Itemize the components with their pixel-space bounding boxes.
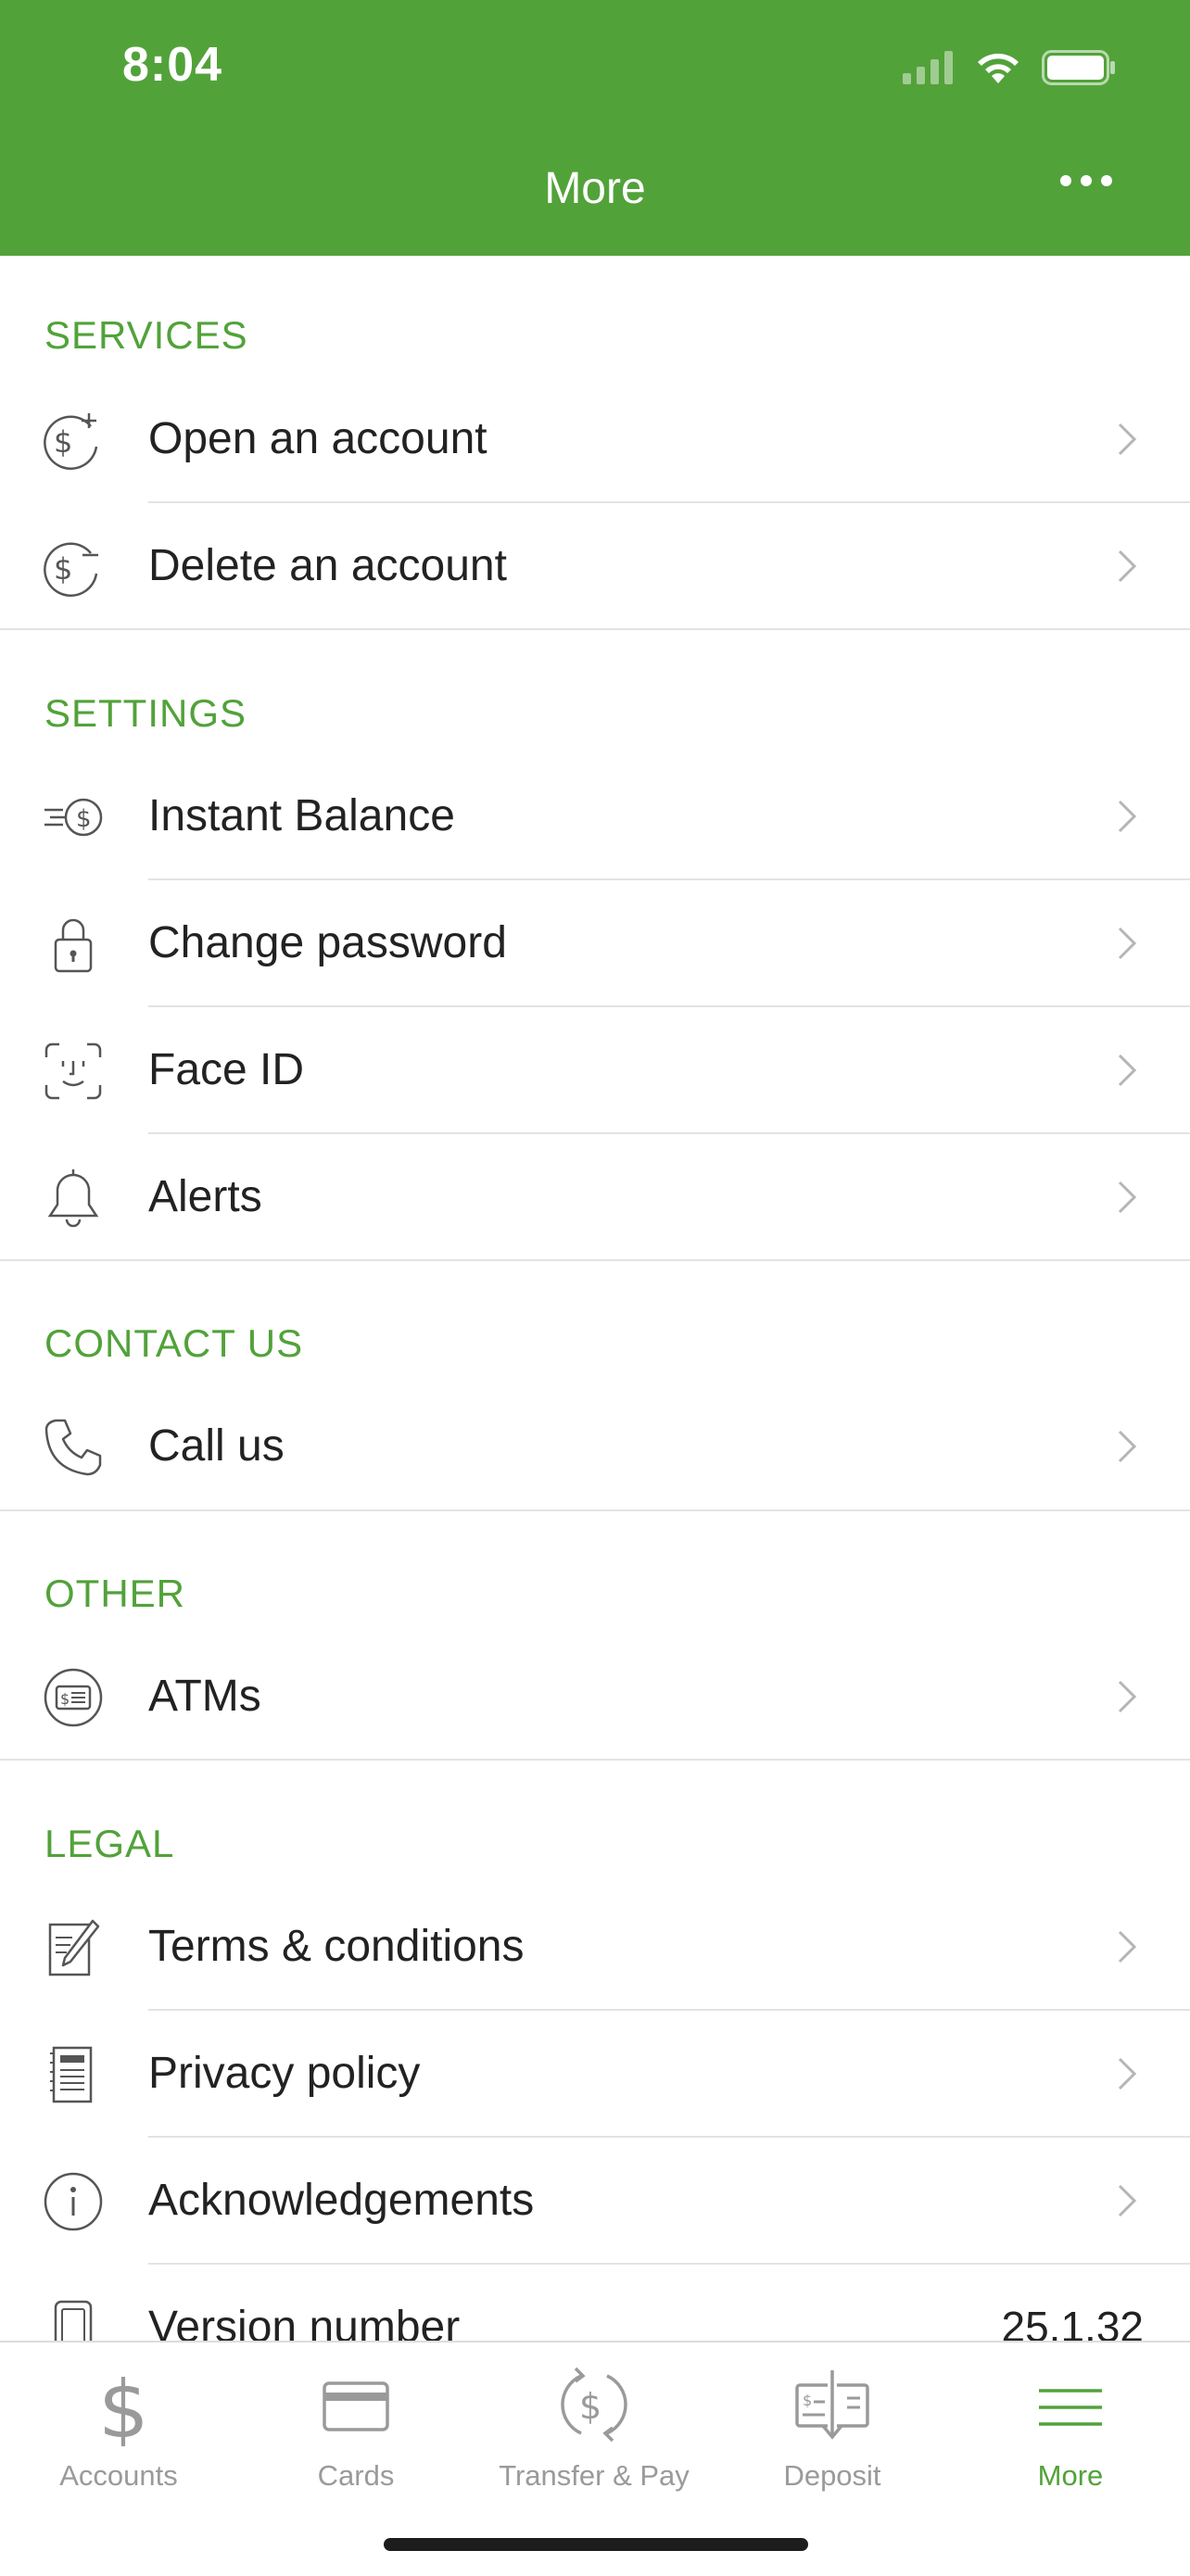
edit-document-icon	[48, 1919, 100, 1976]
battery-icon	[1042, 50, 1115, 85]
tab-more[interactable]: More	[952, 2342, 1189, 2519]
row-atms[interactable]: $ ATMs	[0, 1634, 1190, 1761]
tab-label: More	[1037, 2459, 1104, 2492]
row-delete-account[interactable]: $ Delete an account	[0, 503, 1190, 630]
row-terms[interactable]: Terms & conditions	[0, 1884, 1190, 2011]
tab-label: Accounts	[59, 2459, 178, 2492]
page-title: More	[544, 164, 646, 213]
chevron-right-icon	[1118, 549, 1137, 583]
tab-cards[interactable]: Cards	[237, 2342, 475, 2519]
svg-text:$: $	[60, 1690, 70, 1708]
status-icons	[903, 44, 1116, 91]
document-icon	[50, 2046, 93, 2103]
dollar-icon: $	[98, 2364, 149, 2446]
card-icon	[323, 2381, 389, 2431]
section-title-contact: CONTACT US	[44, 1321, 304, 1365]
separator	[0, 1259, 1190, 1261]
version-value: 25.1.32	[1001, 2303, 1144, 2341]
tab-label: Transfer & Pay	[499, 2459, 690, 2492]
chevron-right-icon	[1118, 2184, 1137, 2217]
section-title-services: SERVICES	[44, 313, 248, 357]
more-options-button[interactable]	[1060, 174, 1125, 211]
dot-icon	[1101, 175, 1112, 186]
separator	[0, 1509, 1190, 1511]
row-label: Change password	[148, 918, 507, 967]
row-label: Alerts	[148, 1172, 262, 1221]
svg-text:$: $	[54, 551, 72, 587]
menu-icon	[1039, 2389, 1102, 2426]
row-privacy[interactable]: Privacy policy	[0, 2011, 1190, 2138]
info-icon	[44, 2172, 103, 2231]
home-indicator[interactable]	[384, 2538, 808, 2551]
dollar-plus-icon: $	[44, 413, 98, 470]
row-label: Call us	[148, 1421, 285, 1471]
face-id-icon	[44, 1042, 102, 1100]
separator	[0, 1759, 1190, 1761]
lock-icon	[54, 918, 93, 973]
row-alerts[interactable]: Alerts	[0, 1134, 1190, 1261]
row-label: Instant Balance	[148, 791, 455, 840]
section-title-legal: LEGAL	[44, 1822, 175, 1865]
row-call-us[interactable]: Call us	[0, 1383, 1190, 1510]
chevron-right-icon	[1118, 1181, 1137, 1214]
row-label: Privacy policy	[148, 2049, 421, 2098]
tab-label: Deposit	[783, 2459, 881, 2492]
wifi-icon	[978, 53, 1019, 83]
chevron-right-icon	[1118, 800, 1137, 833]
chevron-right-icon	[1118, 1430, 1137, 1463]
row-label: Terms & conditions	[148, 1922, 525, 1971]
row-label: Face ID	[148, 1045, 305, 1094]
row-change-password[interactable]: Change password	[0, 880, 1190, 1007]
chevron-right-icon	[1118, 423, 1137, 456]
row-label: ATMs	[148, 1672, 261, 1721]
transfer-pay-icon: $	[561, 2367, 627, 2443]
tab-deposit[interactable]: $ Deposit	[714, 2342, 951, 2519]
section-title-settings: SETTINGS	[44, 691, 247, 735]
phone-icon	[44, 1419, 102, 1476]
chevron-right-icon	[1118, 1680, 1137, 1713]
bell-icon	[47, 1169, 99, 1228]
row-label: Open an account	[148, 414, 487, 463]
separator	[0, 628, 1190, 630]
app-header: 8:04 More	[0, 0, 1190, 256]
chevron-right-icon	[1118, 1930, 1137, 1964]
section-title-other: OTHER	[44, 1572, 185, 1615]
phone-device-icon	[54, 2300, 93, 2341]
row-acknowledgements[interactable]: Acknowledgements	[0, 2138, 1190, 2265]
tab-label: Cards	[317, 2459, 395, 2492]
deposit-check-icon: $	[795, 2370, 869, 2440]
chevron-right-icon	[1118, 927, 1137, 960]
instant-balance-icon: $	[44, 798, 103, 837]
row-label: Delete an account	[148, 541, 507, 590]
more-list: SERVICES $ Open an account $ Delete an a…	[0, 256, 1190, 2341]
tab-accounts[interactable]: $ Accounts	[0, 2342, 237, 2519]
chevron-right-icon	[1118, 1054, 1137, 1087]
svg-text:$: $	[98, 2364, 149, 2446]
dollar-minus-icon: $	[44, 542, 98, 597]
row-instant-balance[interactable]: $ Instant Balance	[0, 753, 1190, 880]
svg-text:$: $	[54, 424, 72, 460]
svg-text:$: $	[76, 805, 92, 833]
dot-icon	[1060, 175, 1071, 186]
tab-transfer-pay[interactable]: $ Transfer & Pay	[475, 2342, 713, 2519]
row-label: Acknowledgements	[148, 2176, 535, 2225]
row-version-number: Version number 25.1.32	[0, 2265, 1190, 2341]
row-open-account[interactable]: $ Open an account	[0, 376, 1190, 503]
row-face-id[interactable]: Face ID	[0, 1007, 1190, 1134]
atm-icon: $	[44, 1668, 103, 1727]
row-label: Version number	[148, 2303, 461, 2341]
svg-text:$: $	[803, 2392, 812, 2409]
status-time: 8:04	[122, 38, 223, 92]
dot-icon	[1081, 175, 1092, 186]
svg-text:$: $	[579, 2386, 601, 2427]
chevron-right-icon	[1118, 2057, 1137, 2090]
signal-icon	[903, 51, 953, 84]
